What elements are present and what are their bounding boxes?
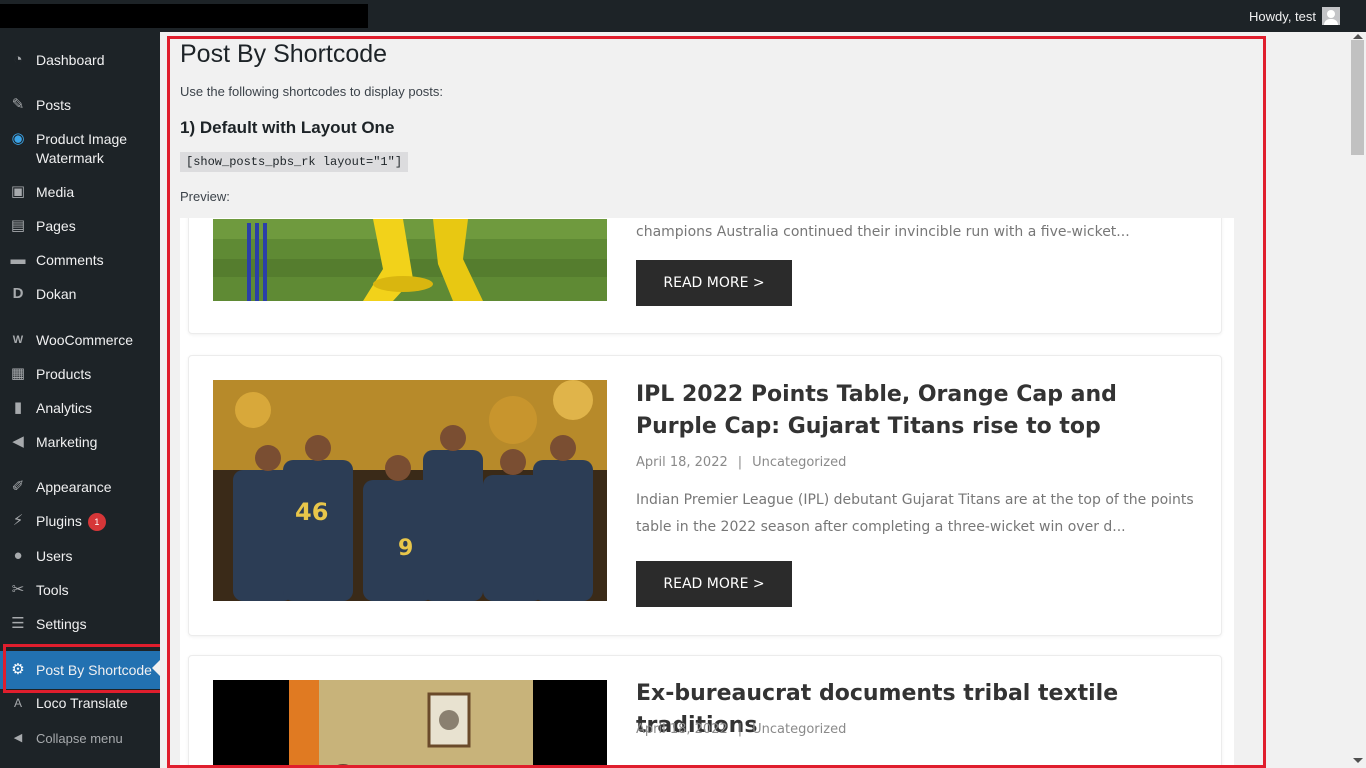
plugin-icon: ⚡ [12,512,24,529]
sidebar-item-product-image-watermark[interactable]: ◉ Product Image Watermark [0,130,160,170]
sidebar-item-woocommerce[interactable]: W WooCommerce [0,331,160,351]
avatar[interactable] [1322,7,1340,25]
woocommerce-icon: W [12,334,24,346]
collapse-icon: ◀ [13,732,23,744]
sidebar-item-plugins[interactable]: ⚡ Plugins 1 [0,512,160,532]
megaphone-icon: ◀ [12,433,24,450]
user-icon: ● [13,547,23,564]
sidebar-item-tools[interactable]: ✂ Tools [0,581,160,601]
sidebar-item-marketing[interactable]: ◀ Marketing [0,433,160,453]
scrollbar-thumb[interactable] [1351,40,1364,155]
sidebar-item-media[interactable]: ▣ Media [0,183,160,203]
scroll-down-arrow-icon[interactable] [1353,758,1363,763]
wrench-icon: ✂ [11,581,25,598]
brush-icon: ✐ [11,478,25,495]
sidebar-item-comments[interactable]: ▬ Comments [0,251,160,271]
archive-icon: ▦ [10,365,26,382]
media-icon: ▣ [10,183,26,200]
sidebar-item-pages[interactable]: ▤ Pages [0,217,160,237]
sidebar-item-dashboard[interactable]: ◔ Dashboard [0,51,160,71]
redacted-site-name [0,4,368,28]
howdy-user-link[interactable]: Howdy, test [1249,9,1316,24]
sidebar-item-settings[interactable]: ☰ Settings [0,615,160,635]
collapse-menu-button[interactable]: ◀ Collapse menu [0,729,160,749]
pin-icon: ✎ [11,96,25,113]
translate-icon: A [13,696,22,710]
watermark-icon: ◉ [11,130,25,147]
sidebar-item-analytics[interactable]: ▮ Analytics [0,399,160,419]
scroll-up-arrow-icon[interactable] [1353,34,1363,39]
pages-icon: ▤ [10,217,26,234]
sidebar-item-posts[interactable]: ✎ Posts [0,96,160,116]
comment-icon: ▬ [10,251,26,268]
sidebar-item-products[interactable]: ▦ Products [0,365,160,385]
highlight-box-sidebar [3,644,173,693]
sidebar-item-loco-translate[interactable]: A Loco Translate [0,694,160,714]
highlight-box-main [167,36,1266,768]
admin-bar: Howdy, test [0,0,1366,32]
dashboard-icon: ◔ [13,51,23,68]
sliders-icon: ☰ [11,615,25,632]
bar-chart-icon: ▮ [13,399,23,416]
sidebar-item-users[interactable]: ● Users [0,547,160,567]
sidebar-item-appearance[interactable]: ✐ Appearance [0,478,160,498]
dokan-icon: D [12,285,24,302]
update-count-badge: 1 [87,513,106,531]
sidebar-item-dokan[interactable]: D Dokan [0,285,160,305]
